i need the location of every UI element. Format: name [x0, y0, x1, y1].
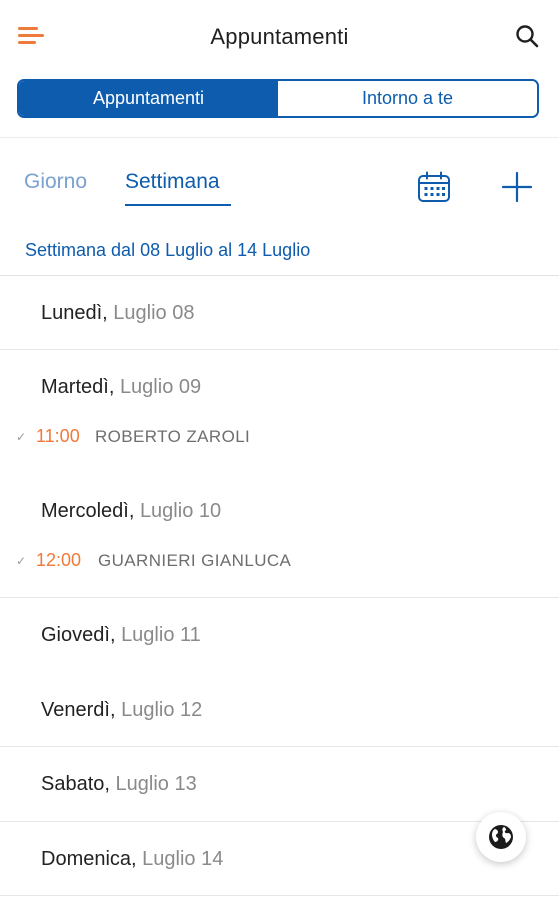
day-date: Luglio 08: [113, 302, 195, 324]
day-comma: ,: [109, 699, 122, 721]
plus-icon: [501, 171, 533, 203]
day-row-domenica[interactable]: Domenica, Luglio 14: [41, 848, 223, 871]
day-comma: ,: [108, 376, 120, 398]
appointment-name: ROBERTO ZAROLI: [95, 427, 251, 446]
search-icon: [516, 25, 539, 48]
day-date: Luglio 11: [121, 624, 201, 646]
day-row-sabato[interactable]: Sabato, Luglio 13: [41, 773, 197, 796]
day-row-lunedi[interactable]: Lunedì, Luglio 08: [41, 302, 194, 325]
day-row-giovedi[interactable]: Giovedì, Luglio 11: [41, 624, 201, 647]
divider: [0, 895, 559, 896]
segment-appuntamenti[interactable]: Appuntamenti: [19, 81, 278, 116]
day-comma: ,: [102, 302, 114, 324]
day-comma: ,: [109, 624, 122, 646]
active-tab-indicator: [125, 204, 231, 206]
add-appointment-button[interactable]: [498, 168, 536, 206]
globe-icon: [489, 825, 513, 849]
week-range-label: Settimana dal 08 Luglio al 14 Luglio: [25, 240, 311, 260]
day-comma: ,: [104, 773, 116, 795]
segmented-control: Appuntamenti Intorno a te: [17, 79, 539, 118]
day-date: Luglio 09: [119, 376, 202, 398]
appointment-time: 12:00: [36, 550, 82, 570]
divider: [0, 275, 559, 276]
tab-giorno[interactable]: Giorno: [24, 170, 87, 194]
day-date: Luglio 13: [115, 773, 197, 795]
day-row-venerdi[interactable]: Venerdì, Luglio 12: [41, 699, 202, 722]
tab-settimana[interactable]: Settimana: [125, 170, 220, 194]
divider: [0, 746, 559, 747]
divider: [0, 137, 559, 138]
day-date: Luglio 10: [139, 500, 222, 522]
appointment-name: GUARNIERI GIANLUCA: [98, 551, 292, 570]
day-row-mercoledi[interactable]: Mercoledì, Luglio 10: [41, 500, 221, 523]
search-button[interactable]: [513, 22, 543, 52]
check-icon: ✓: [16, 430, 27, 444]
day-comma: ,: [131, 848, 143, 870]
day-weekday: Domenica: [41, 848, 132, 870]
divider: [0, 349, 559, 350]
page-title: Appuntamenti: [210, 24, 349, 49]
day-weekday: Mercoledì: [41, 500, 129, 522]
day-date: Luglio 14: [142, 848, 224, 870]
segment-intorno-a-te[interactable]: Intorno a te: [278, 81, 537, 116]
day-weekday: Sabato: [41, 773, 105, 795]
day-weekday: Martedì: [41, 376, 109, 398]
day-weekday: Venerdì: [41, 699, 110, 721]
day-date: Luglio 12: [121, 699, 203, 721]
appointment-item[interactable]: ✓ 12:00 GUARNIERI GIANLUCA: [0, 544, 559, 580]
check-icon: ✓: [16, 554, 27, 568]
top-bar: Appuntamenti: [0, 0, 559, 76]
day-row-martedi[interactable]: Martedì, Luglio 09: [41, 376, 201, 399]
divider: [0, 821, 559, 822]
globe-floating-button[interactable]: [476, 812, 526, 862]
appointment-item[interactable]: ✓ 11:00 ROBERTO ZAROLI: [0, 420, 559, 456]
appointment-time: 11:00: [36, 426, 80, 446]
divider: [0, 597, 559, 598]
view-tabs: Giorno Settimana: [0, 150, 559, 215]
calendar-button[interactable]: [416, 170, 452, 204]
calendar-icon: [418, 171, 450, 202]
day-weekday: Lunedì: [41, 302, 103, 324]
day-comma: ,: [128, 500, 140, 522]
day-weekday: Giovedì: [41, 624, 110, 646]
